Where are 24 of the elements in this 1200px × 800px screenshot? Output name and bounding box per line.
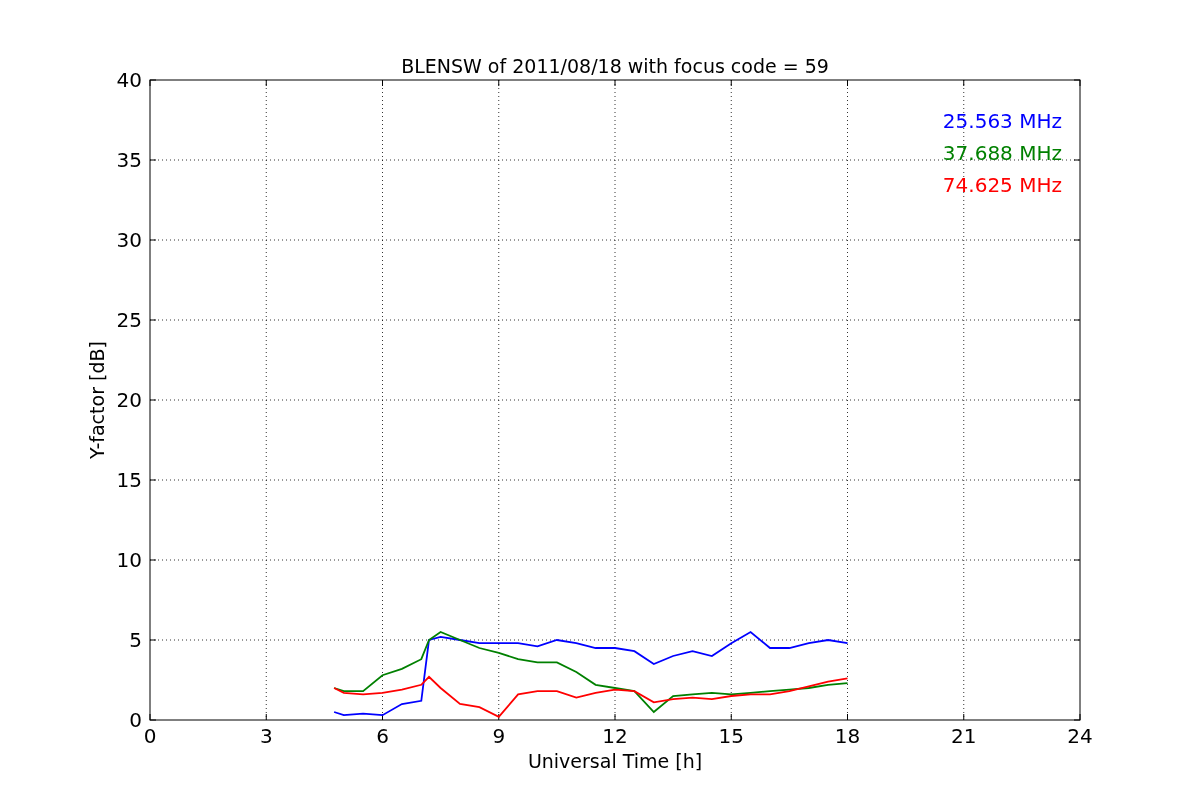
legend-label: 74.625 MHz bbox=[942, 173, 1062, 197]
x-tick-label: 24 bbox=[1067, 724, 1093, 748]
y-tick-label: 15 bbox=[116, 468, 142, 492]
x-tick-label: 6 bbox=[376, 724, 389, 748]
x-tick-label: 21 bbox=[951, 724, 977, 748]
y-tick-label: 40 bbox=[116, 68, 142, 92]
chart-title: BLENSW of 2011/08/18 with focus code = 59 bbox=[401, 55, 829, 77]
x-tick-label: 9 bbox=[492, 724, 506, 748]
x-tick-label: 15 bbox=[718, 724, 744, 748]
x-tick-label: 18 bbox=[834, 724, 861, 748]
legend-label: 25.563 MHz bbox=[942, 109, 1062, 133]
x-tick-label: 12 bbox=[602, 724, 628, 748]
y-tick-label: 10 bbox=[116, 548, 142, 572]
y-tick-label: 35 bbox=[116, 148, 142, 172]
x-tick-label: 3 bbox=[259, 724, 273, 748]
x-tick-label: 0 bbox=[143, 724, 157, 748]
x-axis-label: Universal Time [h] bbox=[527, 750, 703, 772]
legend-label: 37.688 MHz bbox=[942, 141, 1062, 165]
y-tick-label: 20 bbox=[116, 388, 142, 412]
y-axis-label: Y-factor [dB] bbox=[86, 341, 108, 459]
y-tick-label: 25 bbox=[116, 308, 142, 332]
y-tick-label: 30 bbox=[116, 228, 142, 252]
y-tick-label: 0 bbox=[129, 708, 142, 732]
y-tick-label: 5 bbox=[129, 628, 142, 652]
